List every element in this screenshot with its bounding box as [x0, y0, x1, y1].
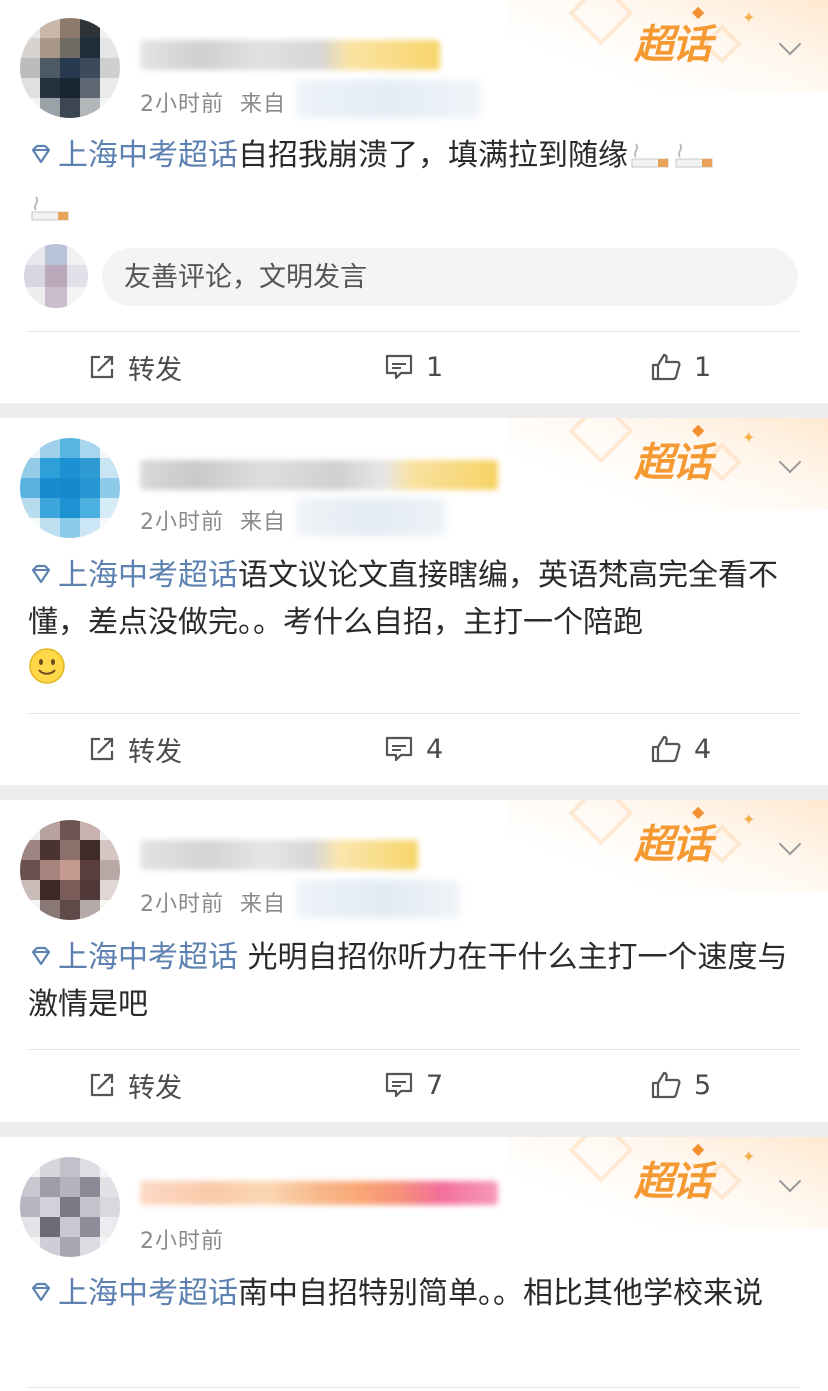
source-blurred[interactable]	[296, 498, 446, 536]
comment-button[interactable]: 7	[384, 1050, 443, 1120]
action-bar: 转发 4 4	[0, 714, 828, 784]
like-button[interactable]: 1	[650, 332, 711, 402]
chaohua-diamond-icon	[31, 946, 51, 966]
source-blurred[interactable]	[296, 80, 482, 118]
username-blurred[interactable]	[140, 1181, 498, 1205]
thumbs-up-icon	[651, 1071, 681, 1099]
repost-button[interactable]: 转发	[88, 332, 182, 402]
post-card: 超话 ◆ ✦ 2小时前 来自 上海中考超话 光明自招你听力在干什么主打一个速度与激…	[0, 800, 828, 1122]
comment-icon	[385, 354, 413, 380]
topic-link[interactable]: 上海中考超话	[28, 558, 238, 593]
divider	[28, 1387, 800, 1388]
repost-button[interactable]: 转发	[88, 1050, 182, 1120]
chaohua-badge: 超话 ◆	[634, 802, 712, 868]
sparkle-icon: ✦	[742, 1147, 756, 1166]
diamond-icon: ◆	[692, 420, 704, 439]
username-blurred[interactable]	[140, 40, 440, 70]
cigarette-emoji	[28, 191, 72, 238]
diamond-icon: ◆	[692, 802, 704, 821]
comment-input[interactable]	[102, 248, 798, 306]
repost-icon	[90, 737, 114, 761]
chaohua-diamond-icon	[31, 1282, 51, 1302]
avatar[interactable]	[20, 18, 120, 118]
repost-icon	[90, 1073, 114, 1097]
weibo-feed: 超话 ◆ ✦ 2小时前 来自 上海中考超话自招我崩溃了，填满拉到随缘 友善评论，…	[0, 0, 828, 1391]
comment-button[interactable]: 4	[384, 714, 443, 784]
source-blurred[interactable]	[296, 880, 460, 918]
action-bar: 转发 7 5	[0, 1050, 828, 1120]
my-avatar	[24, 244, 88, 308]
post-card: 超话 ◆ ✦ 2小时前 来自 上海中考超话自招我崩溃了，填满拉到随缘 友善评论，…	[0, 0, 828, 403]
post-text: 上海中考超话 光明自招你听力在干什么主打一个速度与激情是吧	[28, 940, 788, 1022]
post-meta: 2小时前	[140, 1229, 224, 1254]
avatar[interactable]	[20, 1157, 120, 1257]
avatar[interactable]	[20, 438, 120, 538]
post-text: 上海中考超话语文议论文直接瞎编，英语梵高完全看不懂，差点没做完。。考什么自招，主…	[28, 552, 798, 699]
comment-icon	[385, 736, 413, 762]
chaohua-badge: 超话 ◆	[634, 2, 712, 68]
cigarette-emoji	[628, 138, 672, 185]
diamond-icon: ◆	[692, 2, 704, 21]
post-meta: 2小时前 来自	[140, 92, 287, 117]
avatar[interactable]	[20, 820, 120, 920]
thumbs-up-icon	[651, 735, 681, 763]
topic-link[interactable]: 上海中考超话	[28, 940, 238, 975]
post-meta: 2小时前 来自	[140, 510, 287, 535]
cigarette-emoji	[672, 138, 716, 185]
smile-emoji	[28, 647, 66, 699]
chaohua-badge: 超话 ◆	[634, 1139, 712, 1205]
post-card: 超话 ◆ ✦ 2小时前 来自 上海中考超话语文议论文直接瞎编，英语梵高完全看不懂，…	[0, 418, 828, 785]
comment-composer	[24, 244, 804, 310]
topic-link[interactable]: 上海中考超话	[28, 1276, 238, 1311]
chaohua-diamond-icon	[31, 564, 51, 584]
like-button[interactable]: 4	[650, 714, 711, 784]
topic-link[interactable]: 上海中考超话	[28, 138, 238, 173]
username-blurred[interactable]	[140, 840, 418, 870]
diamond-icon: ◆	[692, 1139, 704, 1158]
username-blurred[interactable]	[140, 460, 498, 490]
post-text: 上海中考超话自招我崩溃了，填满拉到随缘	[28, 132, 798, 238]
comment-icon	[385, 1072, 413, 1098]
action-bar: 转发 1 1	[0, 332, 828, 402]
repost-icon	[90, 355, 114, 379]
repost-button[interactable]: 转发	[88, 714, 182, 784]
chaohua-diamond-icon	[31, 144, 51, 164]
post-meta: 2小时前 来自	[140, 892, 287, 917]
post-text: 上海中考超话南中自招特别简单。。相比其他学校来说	[28, 1270, 798, 1317]
comment-button[interactable]: 1	[384, 332, 443, 402]
sparkle-icon: ✦	[742, 810, 756, 829]
sparkle-icon: ✦	[742, 428, 756, 447]
chaohua-badge: 超话 ◆	[634, 420, 712, 486]
post-card: 超话 ◆ ✦ 2小时前 上海中考超话南中自招特别简单。。相比其他学校来说	[0, 1137, 828, 1391]
thumbs-up-icon	[651, 353, 681, 381]
like-button[interactable]: 5	[650, 1050, 711, 1120]
sparkle-icon: ✦	[742, 8, 756, 27]
